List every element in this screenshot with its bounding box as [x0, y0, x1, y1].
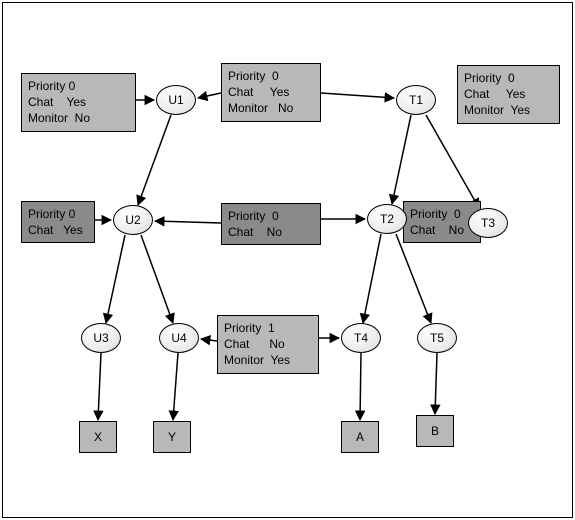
node-t4: T4	[341, 323, 381, 353]
attrbox-mid: Priority 0 Chat No	[221, 203, 321, 245]
leaf-x: X	[79, 421, 117, 453]
node-u1: U1	[156, 85, 196, 115]
attrbox-u1: Priority 0 Chat Yes Monitor No	[21, 73, 136, 132]
attrbox-root: Priority 0 Chat Yes Monitor No	[221, 63, 321, 122]
node-u2: U2	[113, 205, 153, 235]
node-t3: T3	[468, 208, 508, 238]
node-t5: T5	[417, 323, 457, 353]
node-t1: T1	[396, 85, 436, 115]
node-t2: T2	[367, 204, 407, 234]
attrbox-u2: Priority 0 Chat Yes	[21, 201, 95, 243]
leaf-y: Y	[153, 421, 191, 453]
node-u3: U3	[81, 323, 121, 353]
leaf-b: B	[416, 415, 454, 447]
diagram-frame: Priority 0 Chat Yes Monitor No Priority …	[2, 2, 573, 518]
attrbox-u4t4: Priority 1 Chat No Monitor Yes	[217, 315, 319, 374]
attrbox-t1: Priority 0 Chat Yes Monitor Yes	[457, 65, 560, 124]
node-u4: U4	[159, 323, 199, 353]
leaf-a: A	[341, 421, 379, 453]
